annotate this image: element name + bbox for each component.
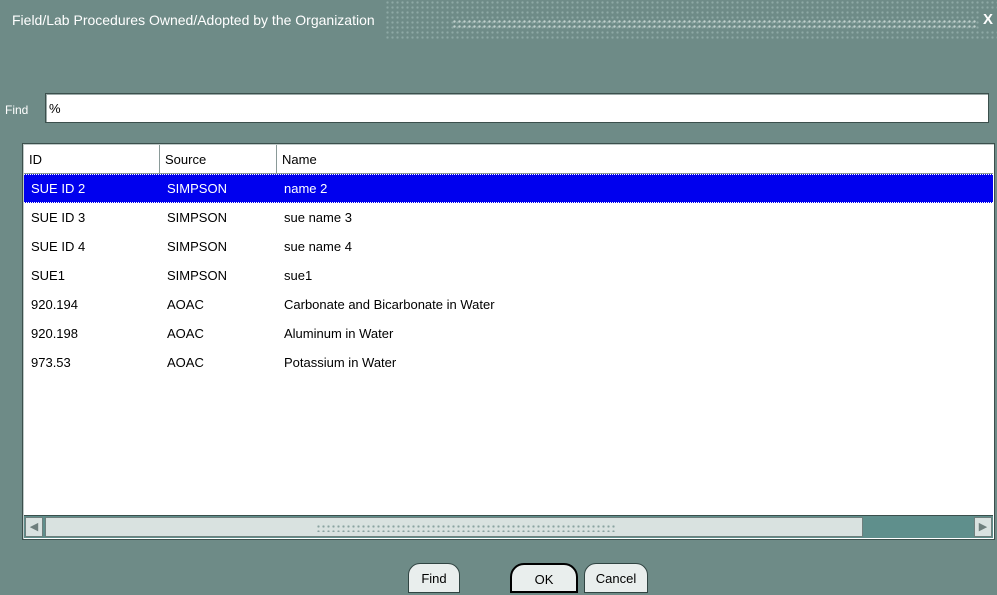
cell-id: SUE ID 2 xyxy=(31,181,86,196)
table-row[interactable]: SUE ID 2 SIMPSON name 2 xyxy=(24,174,993,203)
cell-source: SIMPSON xyxy=(167,268,227,283)
cell-source: SIMPSON xyxy=(167,181,227,196)
column-header-name[interactable]: Name xyxy=(277,145,993,173)
scrollbar-grip xyxy=(316,524,616,532)
arrow-right-icon[interactable]: ▶ xyxy=(974,517,992,537)
cell-id: 973.53 xyxy=(31,355,71,370)
cell-source: AOAC xyxy=(167,355,204,370)
cell-id: SUE ID 4 xyxy=(31,239,86,254)
cancel-button[interactable]: Cancel xyxy=(584,563,648,593)
cell-source: AOAC xyxy=(167,326,204,341)
cell-source: SIMPSON xyxy=(167,210,227,225)
scrollbar-thumb[interactable] xyxy=(45,517,863,537)
ok-button[interactable]: OK xyxy=(510,563,578,593)
close-icon[interactable]: X xyxy=(979,10,997,30)
table-row[interactable]: SUE ID 4 SIMPSON sue name 4 xyxy=(24,232,993,261)
list-header: ID Source Name xyxy=(24,145,993,174)
cell-name: Potassium in Water xyxy=(284,355,397,370)
list-rows: SUE ID 2 SIMPSON name 2 SUE ID 3 SIMPSON… xyxy=(24,174,993,377)
find-label: Find xyxy=(5,103,29,117)
title-bar[interactable]: Field/Lab Procedures Owned/Adopted by th… xyxy=(0,0,997,40)
find-input[interactable] xyxy=(45,93,989,123)
window-title: Field/Lab Procedures Owned/Adopted by th… xyxy=(0,0,385,40)
cell-id: SUE1 xyxy=(31,268,65,283)
table-row[interactable]: 920.198 AOAC Aluminum in Water xyxy=(24,319,993,348)
table-row[interactable]: 920.194 AOAC Carbonate and Bicarbonate i… xyxy=(24,290,993,319)
cell-id: SUE ID 3 xyxy=(31,210,86,225)
cell-name: sue1 xyxy=(284,268,313,283)
horizontal-scrollbar[interactable]: ◀ ▶ xyxy=(24,515,993,538)
cell-name: sue name 3 xyxy=(284,210,352,225)
title-bar-grip xyxy=(452,19,977,29)
cell-name: Aluminum in Water xyxy=(284,326,394,341)
table-row[interactable]: SUE1 SIMPSON sue1 xyxy=(24,261,993,290)
table-row[interactable]: 973.53 AOAC Potassium in Water xyxy=(24,348,993,377)
arrow-left-icon[interactable]: ◀ xyxy=(25,517,43,537)
column-header-id[interactable]: ID xyxy=(24,145,160,173)
cell-id: 920.198 xyxy=(31,326,78,341)
column-header-source[interactable]: Source xyxy=(160,145,277,173)
results-list[interactable]: ID Source Name SUE ID 2 SIMPSON name 2 S… xyxy=(22,143,995,540)
cell-name: name 2 xyxy=(284,181,328,196)
cell-name: sue name 4 xyxy=(284,239,352,254)
cell-source: AOAC xyxy=(167,297,204,312)
cell-name: Carbonate and Bicarbonate in Water xyxy=(284,297,495,312)
cell-id: 920.194 xyxy=(31,297,78,312)
table-row[interactable]: SUE ID 3 SIMPSON sue name 3 xyxy=(24,203,993,232)
find-button[interactable]: Find xyxy=(408,563,460,593)
cell-source: SIMPSON xyxy=(167,239,227,254)
